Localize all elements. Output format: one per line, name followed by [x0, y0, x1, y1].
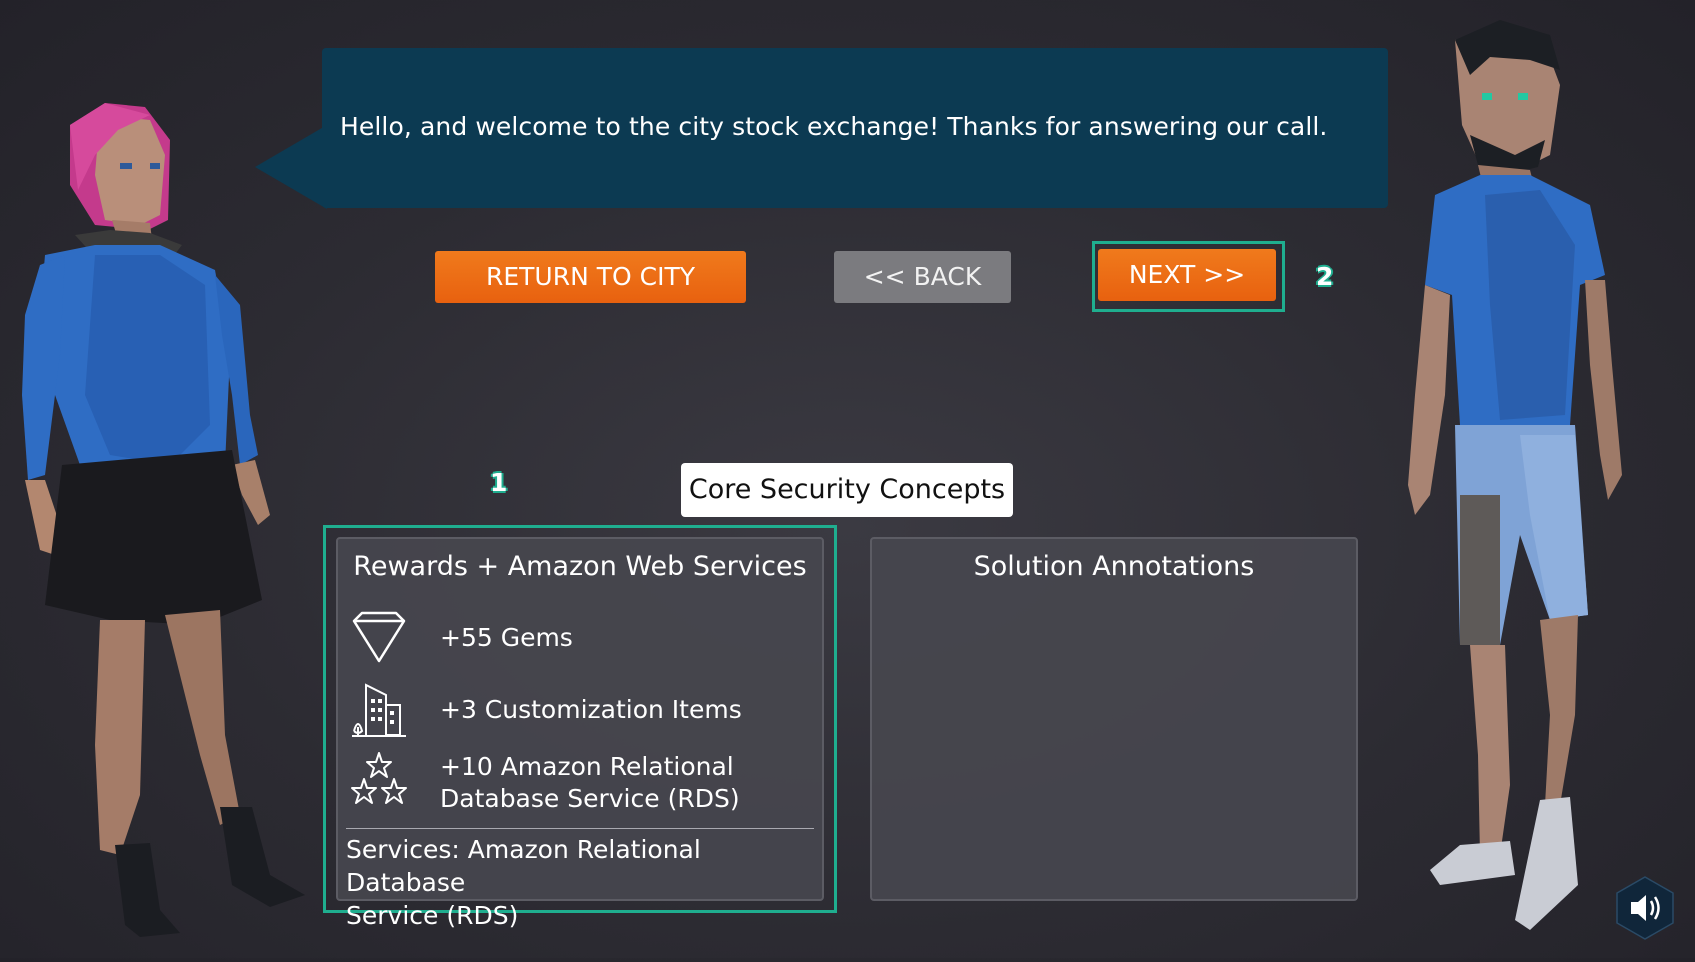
next-button[interactable]: NEXT >>: [1098, 249, 1276, 301]
back-button[interactable]: << BACK: [834, 251, 1011, 303]
gem-icon: [350, 609, 408, 667]
dialogue-text: Hello, and welcome to the city stock exc…: [340, 112, 1328, 141]
services-text: Services: Amazon Relational Database Ser…: [346, 833, 814, 932]
sound-toggle-button[interactable]: [1615, 875, 1675, 941]
annotation-marker-rewards: 1: [490, 468, 508, 497]
reward-label: +3 Customization Items: [440, 695, 742, 724]
building-icon: [350, 681, 408, 739]
reward-label-line: Database Service (RDS): [440, 784, 740, 813]
reward-label-line: +10 Amazon Relational: [440, 752, 734, 781]
solutions-panel-title: Solution Annotations: [973, 551, 1255, 582]
speaker-icon: [1616, 876, 1674, 940]
concept-title: Core Security Concepts: [681, 463, 1013, 517]
reward-label: +10 Amazon Relational Database Service (…: [440, 751, 740, 815]
solution-annotations-panel: Solution Annotations: [870, 537, 1358, 901]
female-character: [0, 95, 330, 955]
male-character: [1400, 15, 1695, 958]
services-line: Service (RDS): [346, 901, 519, 930]
return-to-city-button[interactable]: RETURN TO CITY: [435, 251, 746, 303]
stars-icon: [350, 751, 408, 809]
reward-label: +55 Gems: [440, 623, 573, 652]
speech-bubble-tail: [255, 125, 327, 209]
rewards-panel-title: Rewards + Amazon Web Services: [353, 551, 807, 582]
rewards-panel: Rewards + Amazon Web Services +55 Gems +…: [336, 537, 824, 930]
services-line: Services: Amazon Relational Database: [346, 835, 701, 897]
panel-divider: [346, 828, 814, 829]
annotation-marker-next: 2: [1316, 262, 1334, 291]
